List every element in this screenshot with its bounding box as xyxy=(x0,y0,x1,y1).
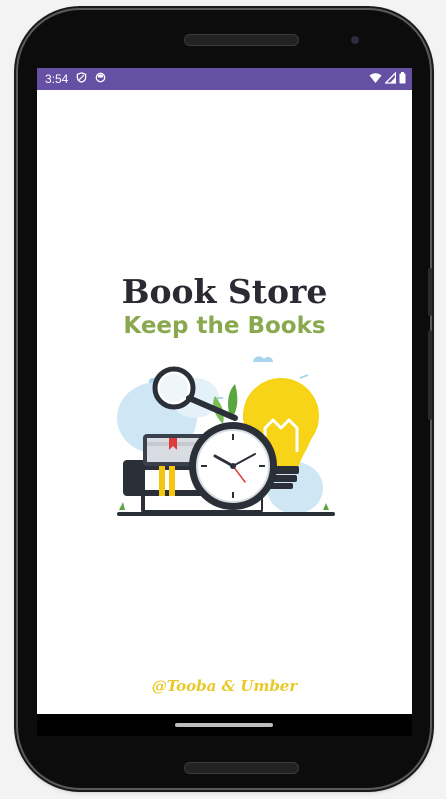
device-frame: 3:54 Book Store Keep the Books @Tooba & … xyxy=(0,0,446,799)
app-title: Book Store xyxy=(121,272,328,311)
volume-button[interactable] xyxy=(428,330,432,420)
front-camera xyxy=(351,36,359,44)
top-speaker xyxy=(184,34,299,46)
books-clock-lightbulb-illustration xyxy=(117,348,335,524)
power-button[interactable] xyxy=(428,268,432,316)
app-subtitle: Keep the Books xyxy=(123,313,326,339)
app-screen: 3:54 Book Store Keep the Books @Tooba & … xyxy=(37,68,412,714)
credit-text: @Tooba & Umber xyxy=(151,677,298,695)
battery-icon xyxy=(399,72,406,87)
status-icons-right xyxy=(369,71,406,87)
signal-icon xyxy=(383,71,397,87)
home-gesture-pill[interactable] xyxy=(175,723,273,727)
bottom-speaker xyxy=(184,762,299,774)
circle-face-icon xyxy=(95,72,106,86)
status-time: 3:54 xyxy=(45,72,69,86)
shield-icon xyxy=(76,72,87,86)
wifi-icon xyxy=(369,72,382,87)
status-bar: 3:54 xyxy=(37,68,412,90)
navigation-bar xyxy=(37,714,412,736)
